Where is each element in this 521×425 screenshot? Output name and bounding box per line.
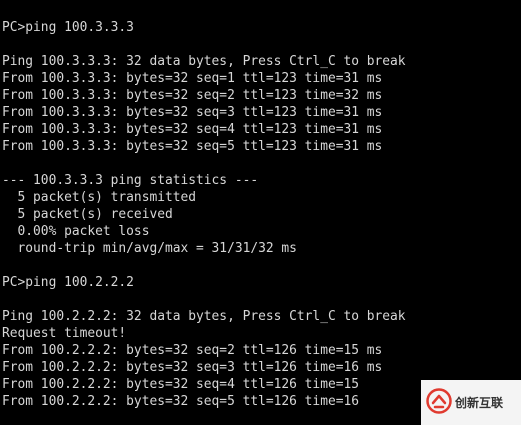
terminal-line: From 100.2.2.2: bytes=32 seq=3 ttl=126 t… <box>2 360 383 375</box>
terminal-line: --- 100.3.3.3 ping statistics --- <box>2 173 259 188</box>
terminal-line: Ping 100.2.2.2: 32 data bytes, Press Ctr… <box>2 309 406 324</box>
terminal-line: From 100.3.3.3: bytes=32 seq=5 ttl=123 t… <box>2 139 383 154</box>
terminal-line: 0.00% packet loss <box>2 224 150 239</box>
terminal-line: From 100.2.2.2: bytes=32 seq=4 ttl=126 t… <box>2 377 359 392</box>
terminal-line: From 100.3.3.3: bytes=32 seq=1 ttl=123 t… <box>2 71 383 86</box>
terminal-line: From 100.2.2.2: bytes=32 seq=2 ttl=126 t… <box>2 343 383 358</box>
terminal-line: round-trip min/avg/max = 31/31/32 ms <box>2 241 297 256</box>
terminal-line: Request timeout! <box>2 326 127 341</box>
terminal-line: 5 packet(s) transmitted <box>2 190 197 205</box>
terminal-line: 5 packet(s) received <box>2 207 173 222</box>
terminal-line: From 100.3.3.3: bytes=32 seq=4 ttl=123 t… <box>2 122 383 137</box>
terminal-line: From 100.2.2.2: bytes=32 seq=5 ttl=126 t… <box>2 394 359 409</box>
terminal-line: Ping 100.3.3.3: 32 data bytes, Press Ctr… <box>2 54 406 69</box>
terminal-window[interactable]: PC>ping 100.3.3.3 Ping 100.3.3.3: 32 dat… <box>0 0 521 425</box>
terminal-line: From 100.3.3.3: bytes=32 seq=2 ttl=123 t… <box>2 88 383 103</box>
watermark: 创新互联 <box>421 380 521 425</box>
terminal-line: PC>ping 100.3.3.3 <box>2 20 134 35</box>
terminal-line: PC>ping 100.2.2.2 <box>2 275 134 290</box>
watermark-text: 创新互联 <box>455 396 504 410</box>
terminal-line: From 100.3.3.3: bytes=32 seq=3 ttl=123 t… <box>2 105 383 120</box>
brand-logo-icon <box>426 388 452 414</box>
